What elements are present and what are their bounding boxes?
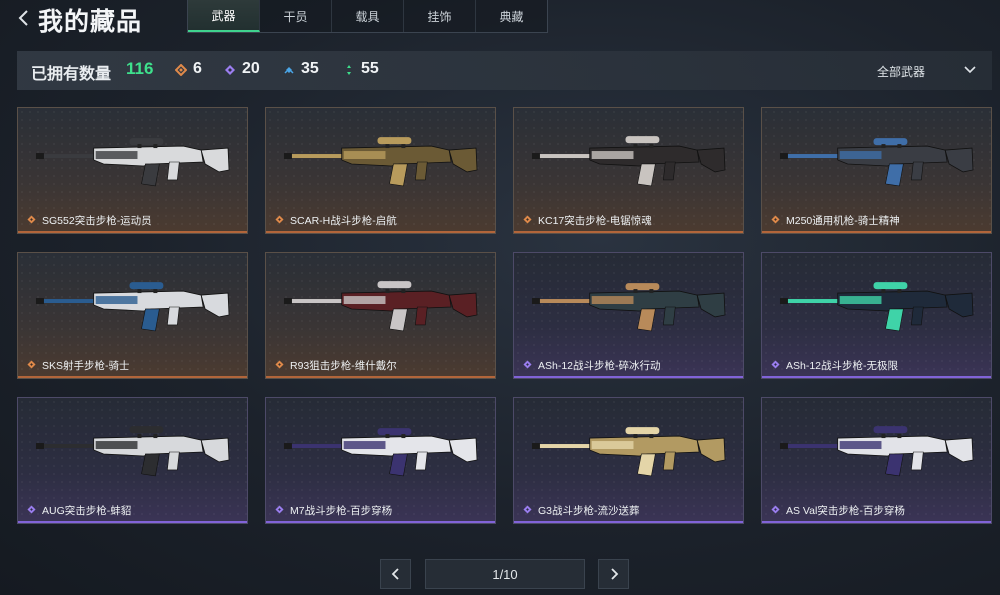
green-count: 55 <box>343 60 379 78</box>
orange-rarity-icon <box>275 360 284 369</box>
weapon-card-label: AS Val突击步枪-百步穿杨 <box>786 505 905 517</box>
purple-rarity-icon <box>523 360 532 369</box>
tab-collection[interactable]: 典藏 <box>476 0 547 32</box>
top-bar: 我的藏品 武器 干员 载具 挂饰 典藏 <box>0 0 1000 36</box>
weapon-card[interactable]: G3战斗步枪-流沙送葬 <box>513 397 744 524</box>
weapon-skin-image <box>779 282 974 332</box>
orange-rarity-icon <box>174 63 188 77</box>
rarity-bar <box>514 521 743 523</box>
weapon-card-label: M7战斗步枪-百步穿杨 <box>290 505 393 517</box>
weapon-skin-image <box>531 136 726 187</box>
purple-rarity-icon <box>275 505 284 514</box>
collection-grid: SG552突击步枪-运动员 SCAR-H战斗步枪-启航 KC17突击步枪-电锯惊魂 M… <box>17 107 992 524</box>
weapon-skin-image <box>531 283 726 332</box>
rarity-bar <box>514 231 743 233</box>
weapon-card[interactable]: SKS射手步枪-骑士 <box>17 252 248 379</box>
purple-rarity-icon <box>27 505 36 514</box>
rarity-bar <box>18 231 247 233</box>
orange-count-value: 6 <box>193 60 202 77</box>
orange-rarity-icon <box>27 215 36 224</box>
tab-charms[interactable]: 挂饰 <box>404 0 476 32</box>
orange-count: 6 <box>174 60 202 78</box>
back-arrow-icon[interactable] <box>14 6 34 30</box>
weapon-card[interactable]: KC17突击步枪-电锯惊魂 <box>513 107 744 234</box>
next-page-button[interactable] <box>598 559 629 589</box>
tab-operators[interactable]: 干员 <box>260 0 332 32</box>
weapon-card-label: SG552突击步枪-运动员 <box>42 215 152 227</box>
green-rarity-icon <box>343 63 355 75</box>
weapon-card-label: M250通用机枪-骑士精神 <box>786 215 900 227</box>
orange-rarity-icon <box>523 215 532 224</box>
rarity-bar <box>762 521 991 523</box>
weapon-card[interactable]: SCAR-H战斗步枪-启航 <box>265 107 496 234</box>
weapon-card[interactable]: ASh-12战斗步枪-碎冰行动 <box>513 252 744 379</box>
tab-weapons[interactable]: 武器 <box>188 0 260 32</box>
chevron-right-icon <box>610 568 618 580</box>
purple-rarity-icon <box>523 505 532 514</box>
rarity-bar <box>266 231 495 233</box>
purple-count-value: 20 <box>242 60 260 77</box>
blue-count: 35 <box>283 60 319 78</box>
weapon-card[interactable]: AUG突击步枪-蚌貂 <box>17 397 248 524</box>
weapon-skin-image <box>35 138 230 187</box>
weapon-card-label: ASh-12战斗步枪-碎冰行动 <box>538 360 661 372</box>
blue-rarity-icon <box>283 63 295 75</box>
weapon-card-label: ASh-12战斗步枪-无极限 <box>786 360 899 372</box>
weapon-card[interactable]: SG552突击步枪-运动员 <box>17 107 248 234</box>
weapon-filter-dropdown[interactable]: 全部武器 <box>877 63 925 80</box>
rarity-bar <box>18 521 247 523</box>
orange-rarity-icon <box>771 215 780 224</box>
blue-count-value: 35 <box>301 60 319 77</box>
chevron-left-icon <box>391 568 399 580</box>
weapon-card[interactable]: AS Val突击步枪-百步穿杨 <box>761 397 992 524</box>
weapon-skin-image <box>779 426 974 477</box>
weapon-skin-image <box>283 281 478 332</box>
weapon-card[interactable]: ASh-12战斗步枪-无极限 <box>761 252 992 379</box>
page-title: 我的藏品 <box>38 8 143 36</box>
weapon-skin-image <box>283 428 478 477</box>
purple-rarity-icon <box>771 505 780 514</box>
weapon-card-label: SCAR-H战斗步枪-启航 <box>290 215 397 227</box>
rarity-bar <box>514 376 743 378</box>
weapon-card-label: R93狙击步枪-维什戴尔 <box>290 360 397 372</box>
owned-label: 已拥有数量 <box>31 66 112 83</box>
weapon-card[interactable]: R93狙击步枪-维什戴尔 <box>265 252 496 379</box>
prev-page-button[interactable] <box>380 559 411 589</box>
weapon-card[interactable]: M250通用机枪-骑士精神 <box>761 107 992 234</box>
purple-rarity-icon <box>224 63 236 75</box>
chevron-down-icon[interactable] <box>963 63 977 77</box>
rarity-bar <box>762 231 991 233</box>
weapon-skin-image <box>283 137 478 187</box>
purple-rarity-icon <box>771 360 780 369</box>
weapon-skin-image <box>531 427 726 477</box>
green-count-value: 55 <box>361 60 379 77</box>
orange-rarity-icon <box>275 215 284 224</box>
weapon-skin-image <box>35 282 230 332</box>
rarity-bar <box>266 376 495 378</box>
category-tabs: 武器 干员 载具 挂饰 典藏 <box>187 0 548 33</box>
orange-rarity-icon <box>27 360 36 369</box>
weapon-skin-image <box>779 138 974 187</box>
page-indicator: 1/10 <box>425 559 585 589</box>
weapon-card-label: G3战斗步枪-流沙送葬 <box>538 505 640 517</box>
weapon-card[interactable]: M7战斗步枪-百步穿杨 <box>265 397 496 524</box>
rarity-bar <box>762 376 991 378</box>
stats-bar: 已拥有数量 116 6 20 35 55 全部武器 <box>17 51 992 90</box>
rarity-bar <box>18 376 247 378</box>
owned-count: 116 <box>126 59 154 78</box>
weapon-card-label: AUG突击步枪-蚌貂 <box>42 505 132 517</box>
tab-vehicles[interactable]: 载具 <box>332 0 404 32</box>
weapon-card-label: KC17突击步枪-电锯惊魂 <box>538 215 652 227</box>
rarity-bar <box>266 521 495 523</box>
purple-count: 20 <box>224 60 260 78</box>
weapon-card-label: SKS射手步枪-骑士 <box>42 360 130 372</box>
weapon-skin-image <box>35 426 230 477</box>
